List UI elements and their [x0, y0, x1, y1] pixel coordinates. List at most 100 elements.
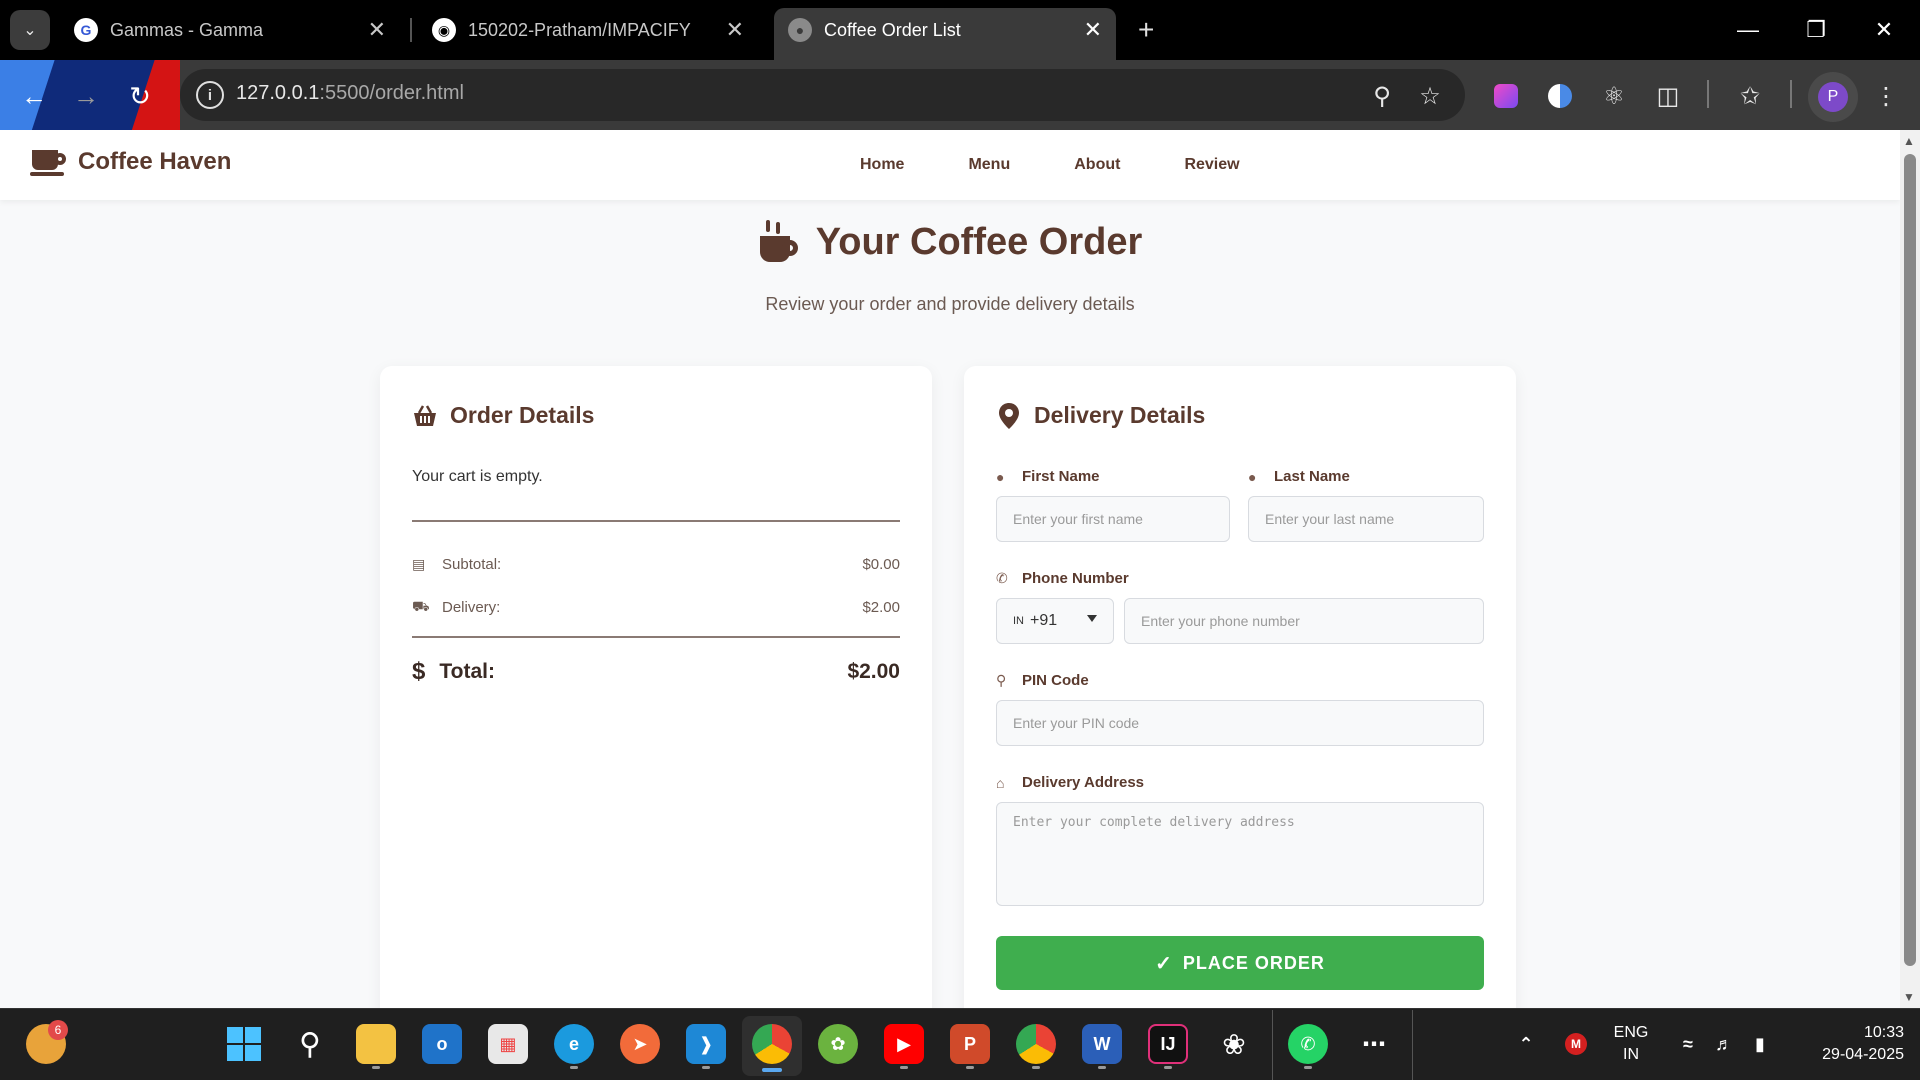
- nav-link-menu[interactable]: Menu: [968, 156, 1010, 174]
- chatgpt-icon[interactable]: ❀: [1214, 1024, 1254, 1064]
- delivery-details-heading: Delivery Details: [996, 402, 1205, 429]
- nav-link-review[interactable]: Review: [1184, 156, 1239, 174]
- close-window-button[interactable]: ✕: [1850, 0, 1918, 60]
- extensions-puzzle-icon[interactable]: ◫: [1650, 78, 1686, 114]
- more-apps-icon[interactable]: ⋯: [1354, 1024, 1394, 1064]
- new-tab-button[interactable]: +: [1138, 14, 1154, 46]
- empty-cart-message: Your cart is empty.: [412, 468, 543, 485]
- edge-icon[interactable]: e: [554, 1024, 594, 1064]
- react-devtools-icon[interactable]: ⚛: [1596, 78, 1632, 114]
- antivirus-tray-icon[interactable]: M: [1556, 1024, 1596, 1064]
- delivery-details-title: Delivery Details: [1034, 402, 1206, 428]
- page-title: Your Coffee Order: [0, 220, 1900, 264]
- pin-code-input[interactable]: [996, 700, 1484, 746]
- close-icon[interactable]: ✕: [1084, 17, 1102, 43]
- running-indicator: [372, 1066, 380, 1069]
- running-indicator: [570, 1066, 578, 1069]
- tab-coffee-order[interactable]: ● Coffee Order List ✕: [774, 8, 1116, 60]
- forward-button[interactable]: →: [66, 76, 106, 116]
- whatsapp-icon[interactable]: ✆: [1288, 1024, 1328, 1064]
- notification-badge: 6: [48, 1020, 68, 1040]
- address-label-text: Delivery Address: [1022, 774, 1145, 791]
- windows-start-icon[interactable]: [224, 1024, 264, 1064]
- last-name-input[interactable]: [1248, 496, 1484, 542]
- url-text[interactable]: 127.0.0.1:5500/order.html: [236, 82, 464, 105]
- nav-link-about[interactable]: About: [1074, 156, 1120, 174]
- first-name-input[interactable]: [996, 496, 1230, 542]
- globe-icon: ●: [788, 18, 812, 42]
- volume-icon[interactable]: ♬: [1704, 1024, 1744, 1064]
- dollar-icon: $: [412, 658, 426, 685]
- phone-input[interactable]: [1124, 598, 1484, 644]
- youtube-icon[interactable]: ▶: [884, 1024, 924, 1064]
- profile-button[interactable]: P: [1808, 72, 1858, 122]
- close-icon[interactable]: ✕: [368, 17, 386, 43]
- country-code-select[interactable]: IN +91: [996, 598, 1114, 644]
- back-button[interactable]: ←: [14, 76, 54, 116]
- scrollbar-thumb[interactable]: [1904, 154, 1916, 966]
- site-info-icon[interactable]: i: [196, 81, 224, 109]
- wifi-icon[interactable]: ≈: [1668, 1024, 1708, 1064]
- nav-links: Home Menu About Review: [860, 156, 1304, 174]
- reload-button[interactable]: ↻: [120, 76, 160, 116]
- favorites-icon[interactable]: ✩: [1732, 78, 1768, 114]
- tab-title: Coffee Order List: [824, 19, 961, 40]
- microsoft-store-icon[interactable]: ▦: [488, 1024, 528, 1064]
- tab-title: 150202-Pratham/IMPACIFY: [468, 19, 691, 40]
- nav-link-home[interactable]: Home: [860, 156, 904, 174]
- powerpoint-icon[interactable]: P: [950, 1024, 990, 1064]
- page-scrollbar[interactable]: ▲ ▼: [1900, 130, 1920, 1008]
- github-icon: ◉: [432, 18, 456, 42]
- mug-hot-icon: [758, 220, 802, 264]
- tab-search-button[interactable]: ⌄: [10, 10, 50, 50]
- brand-logo[interactable]: Coffee Haven: [30, 148, 231, 176]
- extension-circle-icon[interactable]: [1542, 78, 1578, 114]
- postman-icon[interactable]: ➤: [620, 1024, 660, 1064]
- address-textarea[interactable]: [996, 802, 1484, 906]
- vscode-icon[interactable]: ❱: [686, 1024, 726, 1064]
- language-code: ENG: [1613, 1024, 1649, 1041]
- phone-icon: ✆: [996, 570, 1008, 586]
- divider: [412, 636, 900, 638]
- running-indicator: [1098, 1066, 1106, 1069]
- scroll-up-icon[interactable]: ▲: [1903, 134, 1915, 148]
- tab-gamma[interactable]: G Gammas - Gamma ✕: [60, 8, 400, 52]
- active-indicator: [762, 1068, 782, 1072]
- language-indicator[interactable]: ENG IN: [1606, 1022, 1656, 1066]
- running-indicator: [966, 1066, 974, 1069]
- chevron-down-icon: ⌄: [23, 22, 37, 39]
- chrome-profile-icon[interactable]: [1016, 1024, 1056, 1064]
- running-indicator: [1164, 1066, 1172, 1069]
- clock[interactable]: 10:33 29-04-2025: [1784, 1022, 1904, 1066]
- word-icon[interactable]: W: [1082, 1024, 1122, 1064]
- spring-tools-icon[interactable]: ✿: [818, 1024, 858, 1064]
- tab-github[interactable]: ◉ 150202-Pratham/IMPACIFY ✕: [418, 8, 758, 52]
- phone-label: ✆ Phone Number: [996, 570, 1129, 587]
- scroll-down-icon[interactable]: ▼: [1903, 990, 1915, 1004]
- place-order-label: PLACE ORDER: [1182, 952, 1325, 973]
- check-icon: ✓: [1155, 952, 1173, 975]
- intellij-icon[interactable]: IJ: [1148, 1024, 1188, 1064]
- bookmark-star-icon[interactable]: ☆: [1412, 78, 1448, 114]
- truck-icon: ⛟: [412, 598, 430, 614]
- minimize-button[interactable]: —: [1714, 0, 1782, 60]
- place-order-button[interactable]: ✓ PLACE ORDER: [996, 936, 1484, 990]
- address-label: ⌂ Delivery Address: [996, 774, 1144, 791]
- last-name-label: ● Last Name: [1248, 468, 1350, 485]
- running-indicator: [900, 1066, 908, 1069]
- close-icon[interactable]: ✕: [726, 17, 744, 43]
- chrome-icon[interactable]: [752, 1024, 792, 1064]
- outlook-icon[interactable]: o: [422, 1024, 462, 1064]
- restore-button[interactable]: ❐: [1782, 0, 1850, 60]
- caret-down-icon: [1087, 615, 1097, 622]
- tab-separator: [410, 18, 412, 42]
- url-path: :5500/order.html: [319, 82, 464, 104]
- extension-gradient-icon[interactable]: [1488, 78, 1524, 114]
- menu-dots-icon[interactable]: ⋮: [1868, 78, 1904, 114]
- battery-icon[interactable]: ▮: [1740, 1024, 1780, 1064]
- file-explorer-icon[interactable]: [356, 1024, 396, 1064]
- zoom-icon[interactable]: ⚲: [1364, 78, 1400, 114]
- country-code-value: +91: [1030, 612, 1058, 629]
- chevron-up-icon[interactable]: ⌃: [1506, 1024, 1546, 1064]
- search-icon[interactable]: ⚲: [290, 1024, 330, 1064]
